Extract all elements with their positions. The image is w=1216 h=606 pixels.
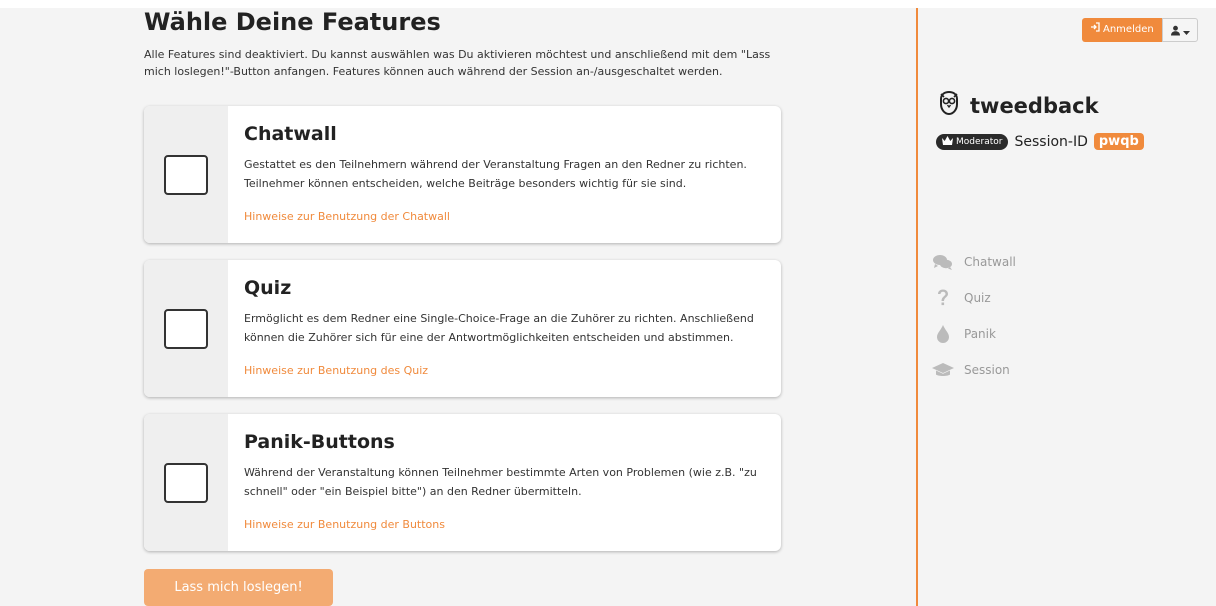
- caret-down-icon: [1182, 21, 1190, 40]
- checkbox-column: [144, 260, 228, 397]
- session-id-value: pwqb: [1093, 133, 1144, 150]
- sign-in-icon: [1090, 18, 1100, 42]
- role-label: Moderator: [956, 136, 1003, 147]
- feature-help-link-panic[interactable]: Hinweise zur Benutzung der Buttons: [244, 518, 445, 531]
- user-icon: [1170, 21, 1181, 40]
- feature-title: Panik-Buttons: [244, 431, 395, 453]
- graduation-cap-icon: [932, 362, 954, 378]
- feature-help-link-quiz[interactable]: Hinweise zur Benutzung des Quiz: [244, 364, 428, 377]
- sidebar-item-panic[interactable]: Panik: [932, 316, 1016, 352]
- sidebar-item-label: Panik: [964, 327, 996, 341]
- sidebar-item-label: Quiz: [964, 291, 991, 305]
- feature-help-link-chatwall[interactable]: Hinweise zur Benutzung der Chatwall: [244, 210, 450, 223]
- feature-checkbox-quiz[interactable]: [164, 309, 208, 349]
- feature-description: Gestattet es den Teilnehmern während der…: [244, 158, 747, 190]
- intro-text: Alle Features sind deaktiviert. Du kanns…: [144, 48, 771, 78]
- question-icon: [932, 289, 954, 307]
- brand-name: tweedback: [970, 94, 1099, 118]
- login-button[interactable]: Anmelden: [1082, 18, 1162, 42]
- user-menu-button[interactable]: [1161, 18, 1198, 42]
- feature-checkbox-panic[interactable]: [164, 463, 208, 503]
- feature-card-panic: Panik-Buttons Während der Veranstaltung …: [144, 414, 781, 551]
- feature-card-quiz: Quiz Ermöglicht es dem Redner eine Singl…: [144, 260, 781, 397]
- sidebar-item-chatwall[interactable]: Chatwall: [932, 244, 1016, 280]
- feature-description: Ermöglicht es dem Redner eine Single-Cho…: [244, 312, 754, 344]
- feature-title: Quiz: [244, 277, 292, 299]
- sidebar-nav: Chatwall Quiz Panik Session: [932, 244, 1016, 388]
- page-title: Wähle Deine Features: [144, 8, 441, 36]
- comments-icon: [932, 254, 954, 270]
- sidebar-item-quiz[interactable]: Quiz: [932, 280, 1016, 316]
- brand: tweedback: [936, 90, 1099, 122]
- start-button[interactable]: Lass mich loslegen!: [144, 569, 333, 606]
- feature-description: Während der Veranstaltung können Teilneh…: [244, 466, 757, 498]
- session-info: Moderator Session-ID pwqb: [936, 133, 1144, 150]
- sidebar-item-label: Chatwall: [964, 255, 1016, 269]
- owl-logo-icon: [936, 90, 962, 122]
- drop-icon: [932, 325, 954, 343]
- sidebar-item-session[interactable]: Session: [932, 352, 1016, 388]
- checkbox-column: [144, 414, 228, 551]
- session-id-label: Session-ID: [1014, 133, 1088, 150]
- header-button-group: Anmelden: [1082, 18, 1198, 42]
- moderator-badge: Moderator: [936, 133, 1009, 150]
- feature-title: Chatwall: [244, 123, 337, 145]
- feature-card-chatwall: Chatwall Gestattet es den Teilnehmern wä…: [144, 106, 781, 243]
- login-label: Anmelden: [1103, 24, 1154, 35]
- crown-icon: [942, 135, 953, 148]
- feature-checkbox-chatwall[interactable]: [164, 155, 208, 195]
- sidebar-item-label: Session: [964, 363, 1010, 377]
- checkbox-column: [144, 106, 228, 243]
